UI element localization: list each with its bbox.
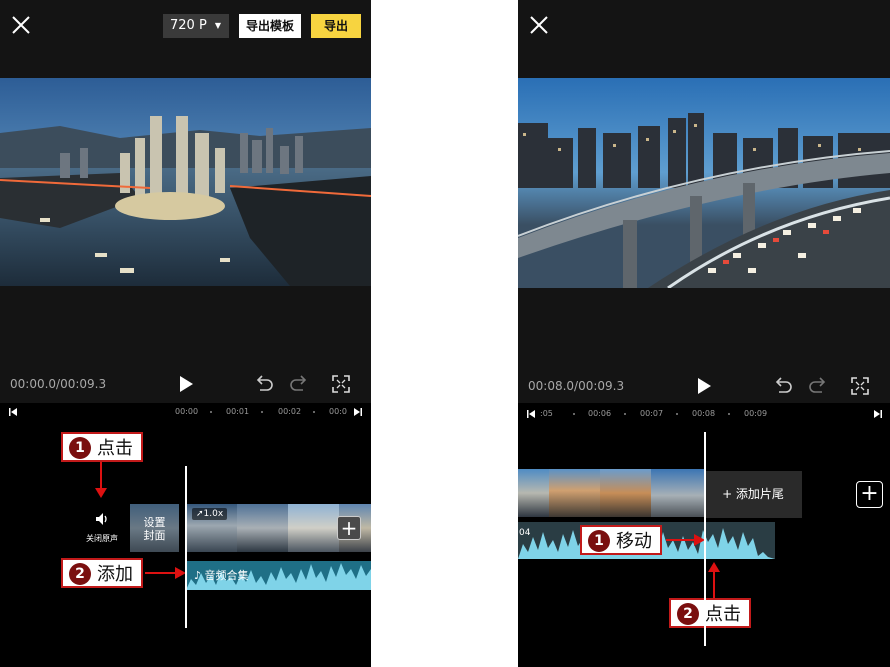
- play-icon[interactable]: [176, 374, 196, 394]
- jump-end-icon[interactable]: [353, 407, 363, 417]
- redo-icon[interactable]: [808, 376, 828, 396]
- speed-value: 1.0x: [203, 509, 224, 519]
- playhead[interactable]: [185, 466, 187, 628]
- ruler-label: 00:06: [588, 409, 612, 418]
- export-template-button[interactable]: 导出模板: [239, 14, 301, 38]
- ruler-dot: [676, 413, 678, 415]
- close-icon[interactable]: [528, 14, 550, 36]
- speed-icon: ➚: [196, 509, 204, 519]
- playhead[interactable]: [704, 432, 706, 646]
- set-cover-button[interactable]: 设置 封面: [130, 504, 179, 552]
- plus-icon[interactable]: +: [337, 516, 361, 540]
- undo-icon[interactable]: [254, 374, 274, 394]
- ruler-dot: [728, 413, 730, 415]
- fullscreen-icon[interactable]: [850, 376, 870, 396]
- arrow-right: [666, 534, 705, 546]
- audio-label: 04: [519, 528, 531, 538]
- ruler-label: 00:0: [329, 407, 347, 416]
- ruler-label: 00:00: [175, 407, 199, 416]
- callout-step-1: 1 移动: [580, 525, 662, 555]
- callout-step-1: 1 点击: [61, 432, 143, 462]
- ruler-dot: [573, 413, 575, 415]
- audio-label: 音频合集: [204, 569, 249, 582]
- video-track[interactable]: [518, 469, 704, 517]
- step-number: 2: [677, 603, 699, 625]
- video-preview: [518, 78, 890, 288]
- callout-step-2: 2 添加: [61, 558, 143, 588]
- arrow-right: [145, 567, 186, 579]
- callout-text: 移动: [616, 531, 652, 552]
- callout-text: 点击: [97, 438, 133, 459]
- resolution-value: 720 P: [170, 18, 207, 33]
- plus-icon[interactable]: +: [856, 481, 883, 508]
- arrow-down: [95, 462, 107, 498]
- callout-step-2: 2 点击: [669, 598, 751, 628]
- jump-start-icon[interactable]: [8, 407, 18, 417]
- ruler-dot: [624, 413, 626, 415]
- clip-thumbnail: [288, 504, 339, 552]
- redo-icon[interactable]: [289, 374, 309, 394]
- ruler-label: 00:09: [744, 409, 768, 418]
- speed-badge: ➚1.0x: [192, 508, 228, 520]
- ruler-label: :05: [540, 409, 553, 418]
- callout-text: 添加: [97, 564, 133, 585]
- callout-text: 点击: [705, 604, 741, 625]
- ruler-dot: [210, 411, 212, 413]
- audio-label-group: ♪ 音频合集: [194, 567, 249, 583]
- step-number: 2: [69, 563, 91, 585]
- resolution-selector[interactable]: 720 P ▼: [163, 14, 229, 38]
- speaker-icon: [96, 513, 107, 525]
- ruler-dot: [261, 411, 263, 413]
- clip-thumbnail: [651, 469, 704, 517]
- add-ending-button[interactable]: + 添加片尾: [704, 471, 802, 518]
- ruler-label: 00:07: [640, 409, 664, 418]
- mute-original-button[interactable]: 关闭原声: [82, 511, 122, 544]
- undo-icon[interactable]: [773, 376, 793, 396]
- export-button[interactable]: 导出: [311, 14, 361, 38]
- right-editor-screen: 00:08.0/00:09.3 :05 00:06 00:07 00:08 00…: [518, 0, 890, 667]
- clip-thumbnail: [549, 469, 600, 517]
- mute-label: 关闭原声: [86, 534, 118, 543]
- step-number: 1: [588, 530, 610, 552]
- play-icon[interactable]: [694, 376, 714, 396]
- audio-track[interactable]: ♪ 音频合集: [186, 561, 371, 590]
- cover-label: 设置: [143, 516, 166, 529]
- time-display: 00:00.0/00:09.3: [10, 377, 107, 391]
- time-display: 00:08.0/00:09.3: [528, 379, 625, 393]
- jump-start-icon[interactable]: [526, 409, 536, 419]
- left-editor-screen: 720 P ▼ 导出模板 导出 00:00.0/00:09.3 00:00 00…: [0, 0, 371, 667]
- video-preview: [0, 78, 371, 286]
- clip-thumbnail: [237, 504, 288, 552]
- jump-end-icon[interactable]: [873, 409, 883, 419]
- clip-thumbnail: [518, 469, 549, 517]
- ruler-label: 00:02: [278, 407, 302, 416]
- clip-thumbnail: [600, 469, 651, 517]
- fullscreen-icon[interactable]: [331, 374, 351, 394]
- step-number: 1: [69, 437, 91, 459]
- music-note-icon: ♪: [194, 569, 202, 582]
- ruler-label: 00:01: [226, 407, 250, 416]
- ruler-label: 00:08: [692, 409, 716, 418]
- ruler-dot: [313, 411, 315, 413]
- cover-label: 封面: [143, 529, 166, 542]
- arrow-up: [708, 562, 720, 598]
- caret-down-icon: ▼: [214, 21, 221, 30]
- close-icon[interactable]: [10, 14, 32, 36]
